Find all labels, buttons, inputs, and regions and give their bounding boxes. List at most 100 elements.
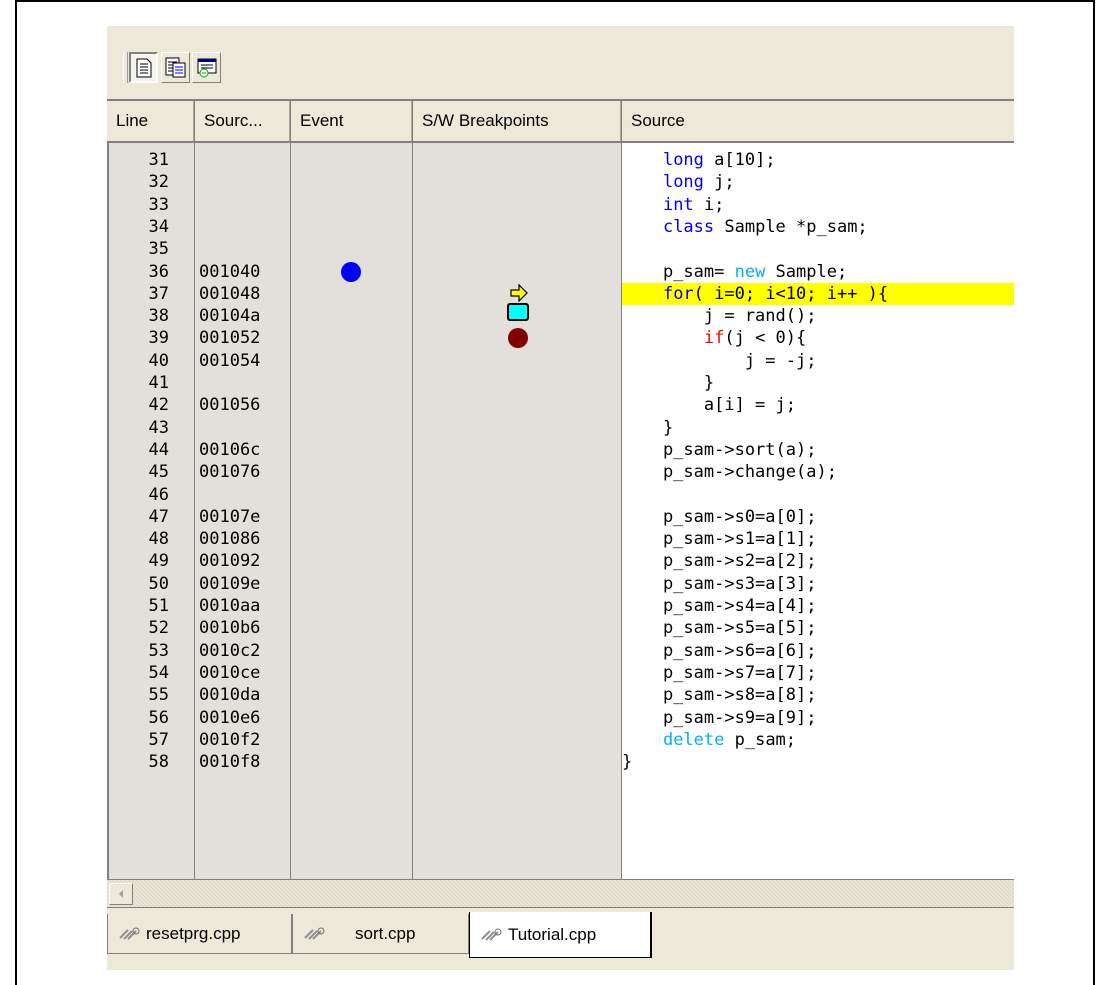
breakpoint-icon[interactable]	[508, 328, 528, 349]
mixed-view-icon	[165, 57, 185, 77]
source-row[interactable]: 49 001092 p_sam->s2=a[2];	[107, 550, 1014, 572]
source-code-line[interactable]: for( i=0; i<10; i++ ){	[622, 282, 1014, 305]
header-source[interactable]: Source	[622, 101, 1014, 141]
line-number: 33	[148, 194, 169, 215]
source-row[interactable]: 43 }	[107, 417, 1014, 439]
source-code-line[interactable]: p_sam->s7=a[7];	[622, 662, 1014, 684]
source-code-line[interactable]: p_sam->s3=a[3];	[622, 573, 1014, 595]
source-row[interactable]: 58 0010f8}	[107, 751, 1014, 773]
toolbar-grip[interactable]	[123, 52, 128, 83]
source-code-line[interactable]: delete p_sam;	[622, 729, 1014, 751]
line-number: 45	[148, 462, 169, 483]
arrow-left-icon	[119, 890, 123, 898]
source-row[interactable]: 54 0010ce p_sam->s7=a[7];	[107, 662, 1014, 684]
source-code-line[interactable]: }	[622, 417, 1014, 439]
source-code-line[interactable]: p_sam->s2=a[2];	[622, 550, 1014, 572]
source-row[interactable]: 35	[107, 238, 1014, 260]
horizontal-scrollbar[interactable]	[107, 879, 1014, 907]
source-code-line[interactable]: p_sam->s8=a[8];	[622, 684, 1014, 706]
tab-resetprg[interactable]: resetprg.cpp	[107, 914, 292, 954]
source-row[interactable]: 55 0010da p_sam->s8=a[8];	[107, 684, 1014, 706]
source-code-line[interactable]: j = -j;	[622, 350, 1014, 372]
source-code-line[interactable]: long a[10];	[622, 149, 1014, 171]
line-number: 36	[148, 261, 169, 282]
source-code-line[interactable]: p_sam->s4=a[4];	[622, 595, 1014, 617]
source-code-line[interactable]: p_sam->s0=a[0];	[622, 506, 1014, 528]
bookmark-icon[interactable]	[507, 303, 529, 322]
file-tab-icon	[119, 927, 140, 940]
line-number: 47	[148, 506, 169, 527]
source-view-icon	[136, 58, 151, 77]
mixed-view-button[interactable]	[161, 52, 190, 83]
file-tab-icon	[481, 928, 502, 941]
scroll-left-button[interactable]	[109, 883, 133, 905]
source-address: 001054	[199, 350, 261, 371]
source-address: 001052	[199, 328, 261, 349]
source-row[interactable]: 40 001054 j = -j;	[107, 350, 1014, 372]
line-number: 57	[148, 729, 169, 750]
source-row[interactable]: 53 0010c2 p_sam->s6=a[6];	[107, 640, 1014, 662]
source-row[interactable]: 46	[107, 484, 1014, 506]
source-code-line[interactable]	[622, 238, 1014, 260]
disassembly-view-button[interactable]	[192, 52, 221, 83]
tab-label: Tutorial.cpp	[508, 924, 597, 944]
source-row[interactable]: 37 001048 for( i=0; i<10; i++ ){	[107, 282, 1014, 305]
source-row[interactable]: 38 00104a j = rand();	[107, 303, 1014, 327]
source-row[interactable]: 36 001040 p_sam= new Sample;	[107, 261, 1014, 283]
event-marker-icon[interactable]	[341, 261, 361, 282]
source-code-line[interactable]: j = rand();	[622, 305, 1014, 327]
source-row[interactable]: 52 0010b6 p_sam->s5=a[5];	[107, 617, 1014, 639]
source-code-line[interactable]	[622, 484, 1014, 506]
tab-tutorial[interactable]: Tutorial.cpp	[469, 912, 652, 958]
source-code-line[interactable]: p_sam= new Sample;	[622, 261, 1014, 283]
source-code-line[interactable]: p_sam->s5=a[5];	[622, 617, 1014, 639]
source-row[interactable]: 47 00107e p_sam->s0=a[0];	[107, 506, 1014, 528]
source-code-line[interactable]: long j;	[622, 171, 1014, 193]
source-code-line[interactable]: if(j < 0){	[622, 327, 1014, 349]
line-number: 56	[148, 707, 169, 728]
source-code-line[interactable]: p_sam->change(a);	[622, 461, 1014, 483]
source-code-line[interactable]: p_sam->s1=a[1];	[622, 528, 1014, 550]
source-row[interactable]: 56 0010e6 p_sam->s9=a[9];	[107, 707, 1014, 729]
source-row[interactable]: 31 long a[10];	[107, 149, 1014, 171]
source-row[interactable]: 50 00109e p_sam->s3=a[3];	[107, 573, 1014, 595]
header-sw-breakpoints[interactable]: S/W Breakpoints	[413, 101, 622, 141]
source-row[interactable]: 34 class Sample *p_sam;	[107, 216, 1014, 238]
source-row[interactable]: 39 001052 if(j < 0){	[107, 327, 1014, 349]
source-row[interactable]: 57 0010f2 delete p_sam;	[107, 729, 1014, 751]
source-code-line[interactable]: }	[622, 372, 1014, 394]
source-row[interactable]: 44 00106c p_sam->sort(a);	[107, 439, 1014, 461]
header-source-address[interactable]: Sourc...	[195, 101, 291, 141]
source-row[interactable]: 51 0010aa p_sam->s4=a[4];	[107, 595, 1014, 617]
source-address: 0010ce	[199, 662, 261, 683]
line-number: 31	[148, 150, 169, 170]
source-code-line[interactable]: int i;	[622, 194, 1014, 216]
tab-label: sort.cpp	[355, 923, 416, 943]
source-code-line[interactable]: }	[622, 751, 1014, 773]
source-code-line[interactable]: class Sample *p_sam;	[622, 216, 1014, 238]
source-view-button[interactable]	[129, 52, 158, 83]
source-address: 001040	[199, 261, 261, 282]
line-number: 49	[148, 551, 169, 572]
tab-sort[interactable]: sort.cpp	[292, 914, 469, 954]
source-code-line[interactable]: p_sam->s6=a[6];	[622, 640, 1014, 662]
source-row[interactable]: 48 001086 p_sam->s1=a[1];	[107, 528, 1014, 550]
source-row[interactable]: 42 001056 a[i] = j;	[107, 394, 1014, 416]
line-number: 37	[148, 283, 169, 304]
source-code-line[interactable]: p_sam->s9=a[9];	[622, 707, 1014, 729]
source-row[interactable]: 33 int i;	[107, 194, 1014, 216]
header-line[interactable]: Line	[107, 101, 195, 141]
source-row[interactable]: 45 001076 p_sam->change(a);	[107, 461, 1014, 483]
header-event[interactable]: Event	[291, 101, 413, 141]
line-number: 35	[148, 239, 169, 260]
source-row[interactable]: 32 long j;	[107, 171, 1014, 193]
source-row[interactable]: 41 }	[107, 372, 1014, 394]
program-counter-arrow-icon	[510, 283, 528, 303]
source-code-line[interactable]: p_sam->sort(a);	[622, 439, 1014, 461]
line-number: 43	[148, 417, 169, 438]
source-address: 0010aa	[199, 596, 261, 616]
source-listing[interactable]: 31 long a[10]; 32 long j; 33 int i; 34 clas…	[107, 143, 1014, 879]
source-address: 00104a	[199, 306, 261, 327]
source-address: 00109e	[199, 573, 261, 594]
source-code-line[interactable]: a[i] = j;	[622, 394, 1014, 416]
